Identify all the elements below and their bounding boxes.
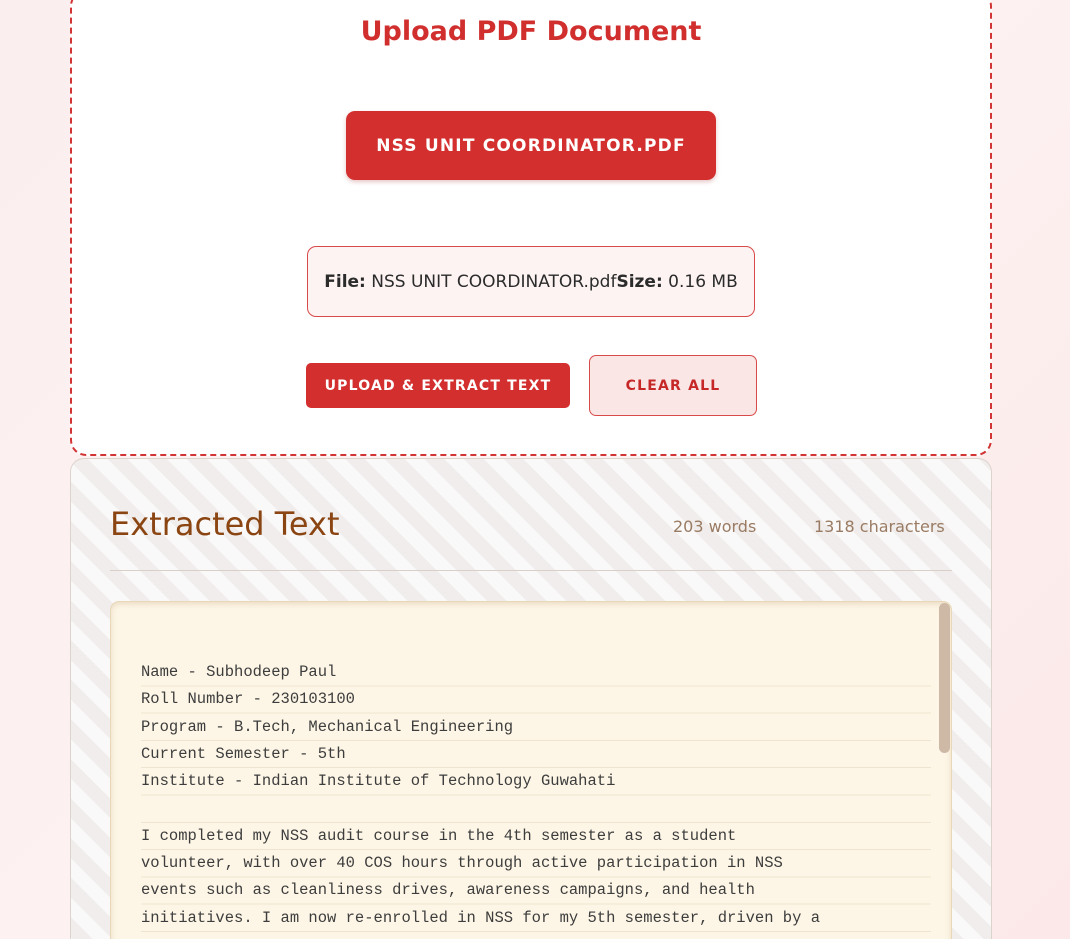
file-info-box: File: NSS UNIT COORDINATOR.pdf Size: 0.16… [307,246,755,317]
upload-extract-button[interactable]: UPLOAD & EXTRACT TEXT [306,363,570,408]
extracted-text-title: Extracted Text [110,505,340,543]
clear-all-button[interactable]: CLEAR ALL [589,355,757,416]
file-name: NSS UNIT COORDINATOR.pdf [371,271,617,292]
scrollbar-thumb[interactable] [939,603,950,753]
word-count: 203 words [673,517,757,536]
size-label: Size: [616,271,663,292]
scrollbar-track[interactable] [939,602,951,939]
file-size: 0.16 MB [668,271,738,292]
extracted-text-panel: Extracted Text 203 words 1318 characters… [70,458,992,939]
file-label: File: [324,271,366,292]
extracted-text-area[interactable]: Name - Subhodeep Paul Roll Number - 2301… [110,601,952,939]
upload-dropzone[interactable]: Upload PDF Document NSS UNIT COORDINATOR… [70,0,992,456]
choose-file-button[interactable]: NSS UNIT COORDINATOR.PDF [346,111,716,180]
divider [110,570,952,571]
extracted-text-content: Name - Subhodeep Paul Roll Number - 2301… [141,659,931,932]
character-count: 1318 characters [814,517,945,536]
upload-title: Upload PDF Document [360,16,702,47]
